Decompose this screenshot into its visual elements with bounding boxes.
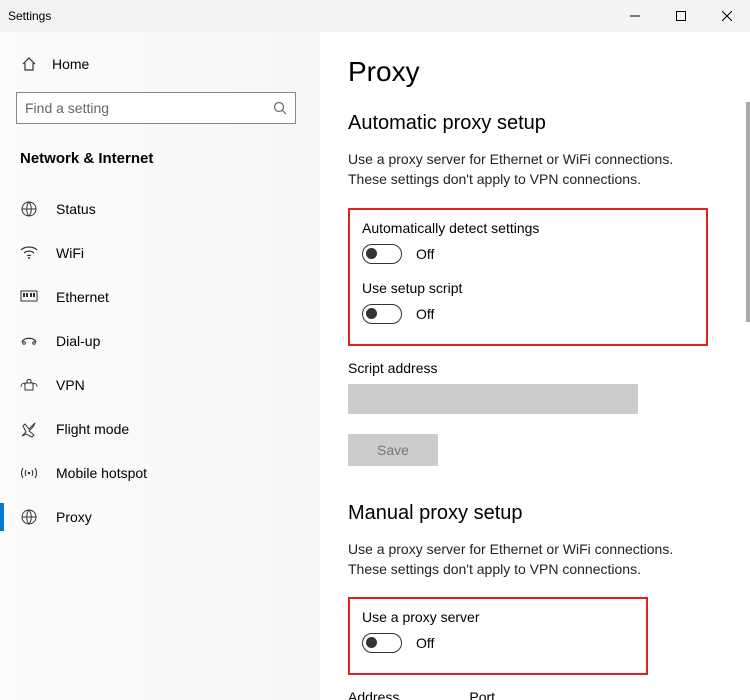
use-script-toggle[interactable] xyxy=(362,304,402,324)
auto-section-desc: Use a proxy server for Ethernet or WiFi … xyxy=(348,149,708,190)
sidebar-item-vpn[interactable]: VPN xyxy=(16,363,320,407)
sidebar-item-label: WiFi xyxy=(56,245,84,261)
sidebar-item-label: VPN xyxy=(56,377,85,393)
search-input[interactable]: Find a setting xyxy=(16,92,296,124)
script-address-label: Script address xyxy=(348,360,730,376)
page-title: Proxy xyxy=(348,56,730,88)
auto-detect-toggle[interactable] xyxy=(362,244,402,264)
scrollbar[interactable] xyxy=(746,102,750,322)
auto-detect-state: Off xyxy=(416,246,434,262)
vpn-icon xyxy=(20,378,38,392)
maximize-button[interactable] xyxy=(658,0,704,32)
dialup-icon xyxy=(20,334,38,348)
use-script-label: Use setup script xyxy=(362,280,694,296)
sidebar-item-wifi[interactable]: WiFi xyxy=(16,231,320,275)
auto-highlight: Automatically detect settings Off Use se… xyxy=(348,208,708,346)
script-address-field[interactable] xyxy=(348,384,638,414)
home-icon xyxy=(20,56,38,72)
content-area: Proxy Automatic proxy setup Use a proxy … xyxy=(320,32,750,700)
search-placeholder: Find a setting xyxy=(25,100,109,116)
address-label: Address xyxy=(348,689,399,700)
auto-detect-label: Automatically detect settings xyxy=(362,220,694,236)
sidebar-item-label: Proxy xyxy=(56,509,92,525)
home-nav[interactable]: Home xyxy=(16,48,320,80)
category-header: Network & Internet xyxy=(20,150,320,167)
sidebar-item-dialup[interactable]: Dial-up xyxy=(16,319,320,363)
sidebar: Home Find a setting Network & Internet S… xyxy=(0,32,320,700)
titlebar: Settings xyxy=(0,0,750,32)
use-proxy-toggle[interactable] xyxy=(362,633,402,653)
minimize-button[interactable] xyxy=(612,0,658,32)
window-controls xyxy=(612,0,750,32)
use-script-state: Off xyxy=(416,306,434,322)
sidebar-item-proxy[interactable]: Proxy xyxy=(16,495,320,539)
airplane-icon xyxy=(20,420,38,438)
search-icon xyxy=(273,101,287,115)
save-button[interactable]: Save xyxy=(348,434,438,466)
sidebar-item-label: Mobile hotspot xyxy=(56,465,147,481)
port-label: Port xyxy=(469,689,495,700)
sidebar-item-status[interactable]: Status xyxy=(16,187,320,231)
sidebar-item-label: Status xyxy=(56,201,96,217)
close-button[interactable] xyxy=(704,0,750,32)
manual-section-desc: Use a proxy server for Ethernet or WiFi … xyxy=(348,539,708,580)
home-label: Home xyxy=(52,56,89,72)
sidebar-item-label: Flight mode xyxy=(56,421,129,437)
sidebar-item-flightmode[interactable]: Flight mode xyxy=(16,407,320,451)
sidebar-item-label: Ethernet xyxy=(56,289,109,305)
use-proxy-state: Off xyxy=(416,635,434,651)
manual-highlight: Use a proxy server Off xyxy=(348,597,648,675)
sidebar-item-label: Dial-up xyxy=(56,333,100,349)
use-proxy-label: Use a proxy server xyxy=(362,609,634,625)
auto-section-heading: Automatic proxy setup xyxy=(348,112,730,135)
sidebar-item-hotspot[interactable]: Mobile hotspot xyxy=(16,451,320,495)
ethernet-icon xyxy=(20,290,38,304)
sidebar-item-ethernet[interactable]: Ethernet xyxy=(16,275,320,319)
hotspot-icon xyxy=(20,465,38,481)
manual-section-heading: Manual proxy setup xyxy=(348,502,730,525)
window-title: Settings xyxy=(8,9,51,23)
globe-icon xyxy=(20,508,38,526)
wifi-icon xyxy=(20,246,38,260)
status-icon xyxy=(20,200,38,218)
